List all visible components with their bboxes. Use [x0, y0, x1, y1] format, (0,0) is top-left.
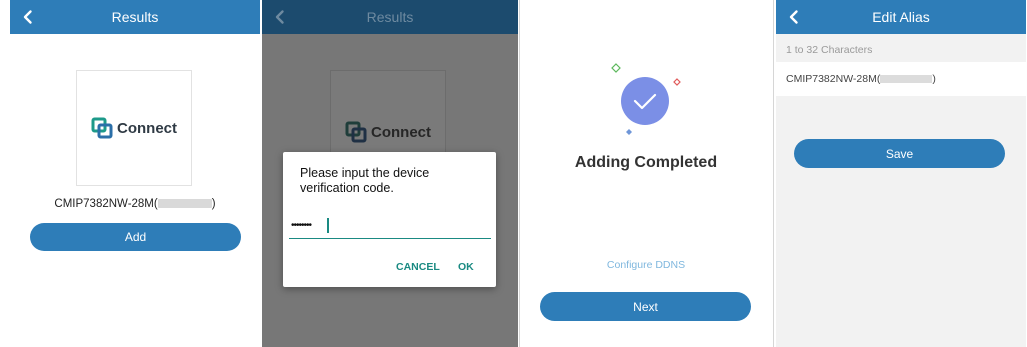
next-button-label: Next: [633, 299, 658, 314]
completion-heading: Adding Completed: [574, 154, 718, 171]
page-title-dimmed: Results: [366, 9, 414, 25]
header-bar-dimmed: Results: [262, 0, 518, 34]
add-button[interactable]: Add: [30, 223, 241, 251]
edit-alias-screen: Edit Alias 1 to 32 Characters CMIP7382NW…: [776, 0, 1026, 347]
panel-divider: [519, 0, 520, 347]
connect-logo-text: Connect: [117, 119, 177, 137]
header-bar: Edit Alias: [776, 0, 1026, 34]
connect-logo-icon: [91, 117, 113, 139]
back-arrow-icon: [275, 10, 284, 24]
alias-text: CMIP7382NW-28M(: [786, 73, 881, 85]
device-name-suffix: ): [211, 198, 216, 210]
connect-logo-dimmed: Connect: [345, 121, 431, 143]
header-bar: Results: [10, 0, 260, 34]
verification-code-value: ••••••••: [291, 220, 312, 231]
text-cursor: [327, 218, 329, 233]
success-circle: [621, 77, 669, 125]
connect-logo: Connect: [91, 117, 177, 139]
results-screen: Results Connect CMIP7382NW-28M() Add: [10, 0, 260, 347]
save-button[interactable]: Save: [794, 139, 1005, 168]
page-title: Results: [111, 9, 159, 25]
alias-input[interactable]: CMIP7382NW-28M(): [776, 62, 1026, 96]
ok-button[interactable]: OK: [458, 261, 474, 273]
alias-input-value: CMIP7382NW-28M(): [786, 73, 936, 85]
next-button[interactable]: Next: [540, 292, 751, 321]
device-logo-card: Connect: [76, 70, 192, 186]
alias-suffix: ): [932, 73, 936, 85]
redacted-serial: [880, 75, 933, 84]
configure-ddns-link[interactable]: Configure DDNS: [521, 259, 771, 271]
alias-hint: 1 to 32 Characters: [786, 44, 873, 56]
redacted-serial: [157, 199, 212, 209]
verification-dialog: Please input the device verification cod…: [283, 152, 496, 287]
connect-logo-icon: [345, 121, 367, 143]
save-button-label: Save: [885, 146, 914, 161]
add-button-label: Add: [124, 230, 147, 244]
adding-completed-screen: Adding Completed Configure DDNS Next: [521, 0, 771, 347]
connect-logo-text-dimmed: Connect: [371, 123, 431, 141]
decor-diamond-red: [673, 78, 681, 86]
device-name: CMIP7382NW-28M(): [10, 198, 260, 210]
device-name-text: CMIP7382NW-28M(: [54, 198, 158, 210]
page-title: Edit Alias: [872, 9, 930, 25]
verification-screen: Results Connect Please input the device …: [262, 0, 518, 347]
dialog-message: Please input the device verification cod…: [300, 166, 430, 195]
back-arrow-icon[interactable]: [786, 9, 802, 25]
panel-divider: [773, 0, 774, 347]
success-illustration: [611, 63, 681, 135]
decor-diamond-green: [611, 63, 621, 73]
decor-diamond-blue: [626, 129, 632, 135]
verification-code-input[interactable]: ••••••••: [289, 216, 491, 239]
back-arrow-icon[interactable]: [20, 9, 36, 25]
cancel-button[interactable]: CANCEL: [396, 261, 440, 273]
